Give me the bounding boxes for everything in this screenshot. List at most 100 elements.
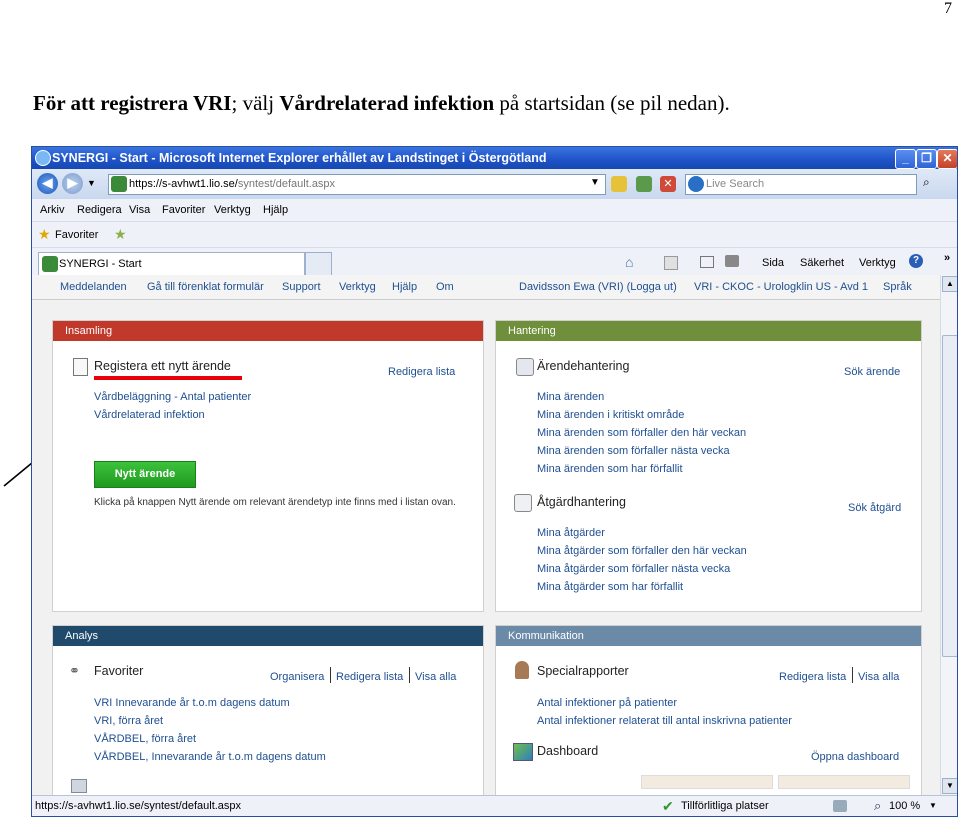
insamling-edit-link[interactable]: Redigera lista [388, 366, 455, 378]
binoculars-icon: ⚭ [69, 663, 80, 678]
address-bar: ◀ ▶ ▼ https://s-avhwt1.lio.se/syntest/de… [32, 169, 957, 199]
case-management-icon [516, 358, 534, 376]
window-title: SYNERGI - Start - Microsoft Internet Exp… [52, 151, 547, 165]
help-icon[interactable]: ? [909, 254, 923, 268]
insamling-section-title[interactable]: Registera ett nytt ärende [94, 359, 231, 373]
search-input[interactable]: Live Search [685, 174, 917, 195]
dashboard-thumbnail [641, 775, 773, 789]
zoom-dropdown-icon[interactable]: ▼ [929, 801, 937, 810]
hantering-header: Hantering [496, 321, 921, 341]
overflow-chevron-icon[interactable]: » [944, 252, 950, 264]
url-dropdown-icon[interactable]: ▼ [590, 177, 600, 188]
favorites-button[interactable]: Favoriter [55, 229, 98, 241]
page-number: 7 [944, 0, 952, 17]
hantering-s1-title[interactable]: Ärendehantering [537, 359, 629, 373]
favorite-link[interactable]: VÅRDBEL, Innevarande år t.o.m dagens dat… [94, 751, 326, 763]
search-icon[interactable]: ⌕ [923, 175, 930, 190]
forward-button[interactable]: ▶ [62, 173, 83, 194]
nav-hjalp[interactable]: Hjälp [392, 281, 417, 293]
lock-icon[interactable] [611, 176, 627, 192]
stop-icon[interactable]: ✕ [660, 176, 676, 192]
menu-visa[interactable]: Visa [129, 204, 150, 216]
tab-favicon-icon [42, 256, 58, 272]
nav-support[interactable]: Support [282, 281, 321, 293]
nav-forenklat-formular[interactable]: Gå till förenklat formulär [147, 281, 264, 293]
add-favorite-icon[interactable]: ★ [114, 226, 127, 243]
print-icon[interactable] [725, 255, 739, 267]
case-link[interactable]: Mina ärenden som har förfallit [537, 463, 683, 475]
scroll-thumb[interactable] [942, 335, 957, 657]
zoom-level[interactable]: 100 % [889, 800, 920, 812]
menu-redigera[interactable]: Redigera [77, 204, 122, 216]
analys-edit-link[interactable]: Redigera lista [336, 671, 403, 683]
link-vardbelaggning[interactable]: Vårdbeläggning - Antal patienter [94, 391, 251, 403]
tab-synergi-start[interactable]: SYNERGI - Start [38, 252, 305, 276]
nav-unit[interactable]: VRI - CKOC - Urologklin US - Avd 1 [694, 281, 868, 293]
report-link[interactable]: Antal infektioner på patienter [537, 697, 677, 709]
app-nav: Meddelanden Gå till förenklat formulär S… [32, 275, 940, 300]
hantering-s2-title[interactable]: Åtgärdhantering [537, 495, 626, 509]
case-link[interactable]: Mina ärenden i kritiskt område [537, 409, 684, 421]
action-link[interactable]: Mina åtgärder [537, 527, 605, 539]
zoom-icon: ⌕ [874, 798, 882, 813]
nav-sprak[interactable]: Språk [883, 281, 912, 293]
search-action-link[interactable]: Sök åtgärd [848, 502, 901, 514]
link-vardrelaterad-infektion[interactable]: Vårdrelaterad infektion [94, 409, 205, 421]
search-placeholder: Live Search [706, 178, 765, 190]
close-button[interactable]: ✕ [937, 149, 957, 169]
cmd-verktyg[interactable]: Verktyg [859, 257, 896, 269]
check-icon: ✔ [662, 798, 674, 814]
instruction-heading: För att registrera VRI; välj Vårdrelater… [33, 91, 730, 115]
action-link[interactable]: Mina åtgärder som har förfallit [537, 581, 683, 593]
refresh-icon[interactable] [636, 176, 652, 192]
vertical-scrollbar[interactable]: ▲ ▼ [940, 275, 957, 795]
ie-logo-icon [35, 150, 51, 166]
action-link[interactable]: Mina åtgärder som förfaller nästa vecka [537, 563, 730, 575]
separator [330, 667, 331, 683]
menu-arkiv[interactable]: Arkiv [40, 204, 64, 216]
menu-verktyg[interactable]: Verktyg [214, 204, 251, 216]
favorite-link[interactable]: VRI, förra året [94, 715, 163, 727]
search-case-link[interactable]: Sök ärende [844, 366, 900, 378]
new-case-button[interactable]: Nytt ärende [94, 461, 196, 488]
url-input[interactable]: https://s-avhwt1.lio.se/syntest/default.… [108, 174, 606, 195]
organize-link[interactable]: Organisera [270, 671, 324, 683]
favorite-link[interactable]: VÅRDBEL, förra året [94, 733, 196, 745]
mail-icon[interactable] [700, 256, 714, 268]
live-search-icon [688, 176, 704, 192]
scroll-up-arrow-icon[interactable]: ▲ [942, 276, 957, 292]
nav-verktyg[interactable]: Verktyg [339, 281, 376, 293]
maximize-button[interactable]: ❐ [916, 149, 937, 169]
scroll-down-arrow-icon[interactable]: ▼ [942, 778, 957, 794]
report-link[interactable]: Antal infektioner relaterat till antal i… [537, 715, 792, 727]
home-icon[interactable]: ⌂ [625, 254, 633, 270]
case-link[interactable]: Mina ärenden som förfaller den här vecka… [537, 427, 746, 439]
insamling-panel: Insamling Registera ett nytt ärende Redi… [52, 320, 484, 612]
cmd-sakerhet[interactable]: Säkerhet [800, 257, 844, 269]
action-link[interactable]: Mina åtgärder som förfaller den här veck… [537, 545, 747, 557]
tab-label: SYNERGI - Start [59, 258, 142, 270]
protected-mode-icon [833, 800, 847, 812]
kommunikation-s1-title[interactable]: Specialrapporter [537, 664, 629, 678]
history-dropdown-icon[interactable]: ▼ [87, 178, 96, 188]
case-link[interactable]: Mina ärenden [537, 391, 604, 403]
komm-edit-link[interactable]: Redigera lista [779, 671, 846, 683]
menu-hjalp[interactable]: Hjälp [263, 204, 288, 216]
new-tab-button[interactable] [305, 252, 332, 276]
minimize-button[interactable]: _ [895, 149, 916, 169]
kommunikation-s2-title[interactable]: Dashboard [537, 744, 598, 758]
analys-title[interactable]: Favoriter [94, 664, 143, 678]
open-dashboard-link[interactable]: Öppna dashboard [811, 751, 899, 763]
nav-meddelanden[interactable]: Meddelanden [60, 281, 127, 293]
back-button[interactable]: ◀ [37, 173, 58, 194]
feeds-icon[interactable] [664, 256, 678, 270]
menu-favoriter[interactable]: Favoriter [162, 204, 205, 216]
nav-user[interactable]: Davidsson Ewa (VRI) (Logga ut) [519, 281, 677, 293]
nav-om[interactable]: Om [436, 281, 454, 293]
cmd-sida[interactable]: Sida [762, 257, 784, 269]
person-icon [515, 661, 529, 679]
favorite-link[interactable]: VRI Innevarande år t.o.m dagens datum [94, 697, 290, 709]
case-link[interactable]: Mina ärenden som förfaller nästa vecka [537, 445, 730, 457]
komm-show-all-link[interactable]: Visa alla [858, 671, 899, 683]
analys-show-all-link[interactable]: Visa alla [415, 671, 456, 683]
